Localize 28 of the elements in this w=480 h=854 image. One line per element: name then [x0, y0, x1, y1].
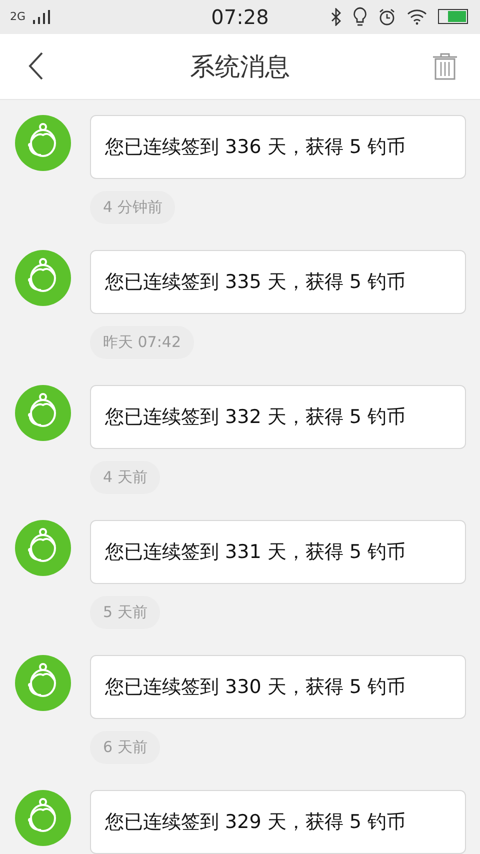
avatar-icon: [15, 655, 71, 711]
timestamp: 4 天前: [90, 461, 160, 494]
bluetooth-icon: [330, 8, 342, 26]
network-label: 2G: [10, 10, 26, 24]
lightbulb-icon: [353, 6, 367, 27]
status-time: 07:28: [211, 4, 269, 29]
timestamp: 6 天前: [90, 731, 160, 764]
trash-icon[interactable]: [432, 52, 458, 80]
timestamp: 4 分钟前: [90, 191, 176, 224]
message-bubble: 您已连续签到 332 天，获得 5 钓币: [90, 385, 466, 449]
message-bubble: 您已连续签到 329 天，获得 5 钓币: [90, 790, 466, 854]
wifi-icon: [407, 8, 427, 25]
page-title: 系统消息: [190, 50, 290, 83]
avatar-icon: [15, 520, 71, 576]
signal-icon: [32, 10, 52, 24]
alarm-clock-icon: [378, 8, 396, 26]
message-bubble: 您已连续签到 336 天，获得 5 钓币: [90, 115, 466, 179]
back-icon[interactable]: [28, 52, 44, 80]
message-bubble: 您已连续签到 330 天，获得 5 钓币: [90, 655, 466, 719]
message-bubble: 您已连续签到 335 天，获得 5 钓币: [90, 250, 466, 314]
message-bubble: 您已连续签到 331 天，获得 5 钓币: [90, 520, 466, 584]
avatar-icon: [15, 790, 71, 846]
battery-icon: [438, 9, 468, 24]
avatar-icon: [15, 250, 71, 306]
timestamp: 昨天 07:42: [90, 326, 194, 359]
avatar-icon: [15, 385, 71, 441]
timestamp: 5 天前: [90, 596, 160, 629]
avatar-icon: [15, 115, 71, 171]
